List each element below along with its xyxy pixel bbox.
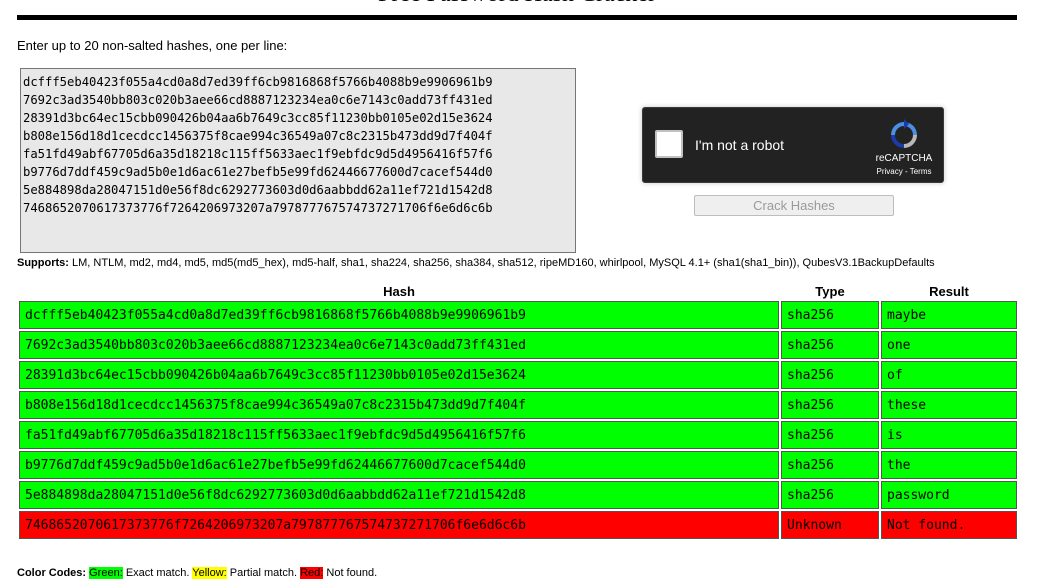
legend-yellow-swatch: Yellow: [192,567,227,579]
legend-green-text: Exact match. [122,567,193,579]
hash-cell: b9776d7ddf459c9ad5b0e1d6ac61e27befb5e99f… [19,451,779,479]
legend-red-text: Not found. [323,567,378,579]
results-header-row: Hash Type Result [19,283,1017,299]
result-row: 5e884898da28047151d0e56f8dc6292773603d0d… [19,481,1017,509]
type-cell: sha256 [781,421,879,449]
privacy-link[interactable]: Privacy [877,167,903,176]
result-cell: is [881,421,1017,449]
type-cell: Unknown [781,511,879,539]
hash-cell: 5e884898da28047151d0e56f8dc6292773603d0d… [19,481,779,509]
type-cell: sha256 [781,481,879,509]
input-instructions: Enter up to 20 non-salted hashes, one pe… [17,38,288,53]
legend-yellow-text: Partial match. [226,567,301,579]
results-table: Hash Type Result dcfff5eb40423f055a4cd0a… [17,281,1019,541]
hash-column-header: Hash [383,283,415,299]
recaptcha-brand: reCAPTCHA [875,153,933,164]
link-separator: - [902,167,910,176]
result-cell: of [881,361,1017,389]
type-cell: sha256 [781,361,879,389]
hash-input[interactable] [20,68,576,253]
legend-green-swatch: Green: [89,567,123,579]
hash-cell: b808e156d18d1cecdcc1456375f8cae994c36549… [19,391,779,419]
hash-cell: fa51fd49abf67705d6a35d18218c115ff5633aec… [19,421,779,449]
type-cell: sha256 [781,301,879,329]
type-cell: sha256 [781,331,879,359]
result-row: dcfff5eb40423f055a4cd0a8d7ed39ff6cb98168… [19,301,1017,329]
result-cell: these [881,391,1017,419]
hash-cell: 28391d3bc64ec15cbb090426b04aa6b7649c3cc8… [19,361,779,389]
supports-list: LM, NTLM, md2, md4, md5, md5(md5_hex), m… [72,257,935,269]
result-row: 7692c3ad3540bb803c020b3aee66cd8887123234… [19,331,1017,359]
recaptcha-logo-icon [887,118,921,157]
recaptcha-label: I'm not a robot [695,137,785,153]
legend-red-swatch: Red: [300,567,324,579]
legend-label: Color Codes: [17,567,87,579]
page-title: Free Password Hash Cracker [0,0,1034,8]
result-row: fa51fd49abf67705d6a35d18218c115ff5633aec… [19,421,1017,449]
hash-cell: 7468652070617373776f7264206973207a797877… [19,511,779,539]
result-cell: password [881,481,1017,509]
supported-algorithms: Supports: LM, NTLM, md2, md4, md5, md5(m… [17,257,935,269]
result-cell: Not found. [881,511,1017,539]
result-column-header: Result [929,283,969,299]
recaptcha-widget: I'm not a robot reCAPTCHA Privacy - Term… [642,107,944,183]
result-row: 28391d3bc64ec15cbb090426b04aa6b7649c3cc8… [19,361,1017,389]
hash-cell: 7692c3ad3540bb803c020b3aee66cd8887123234… [19,331,779,359]
type-cell: sha256 [781,451,879,479]
title-divider [17,15,1017,20]
result-row: b808e156d18d1cecdcc1456375f8cae994c36549… [19,391,1017,419]
recaptcha-checkbox[interactable] [655,130,683,158]
result-row: b9776d7ddf459c9ad5b0e1d6ac61e27befb5e99f… [19,451,1017,479]
result-cell: maybe [881,301,1017,329]
terms-link[interactable]: Terms [910,167,932,176]
type-cell: sha256 [781,391,879,419]
type-column-header: Type [815,283,845,299]
crack-hashes-button[interactable]: Crack Hashes [694,195,894,216]
hash-cell: dcfff5eb40423f055a4cd0a8d7ed39ff6cb98168… [19,301,779,329]
result-row: 7468652070617373776f7264206973207a797877… [19,511,1017,539]
supports-label: Supports: [17,257,69,269]
result-cell: one [881,331,1017,359]
result-cell: the [881,451,1017,479]
color-legend: Color Codes: Green: Exact match. Yellow:… [17,567,377,579]
recaptcha-links: Privacy - Terms [869,167,939,176]
